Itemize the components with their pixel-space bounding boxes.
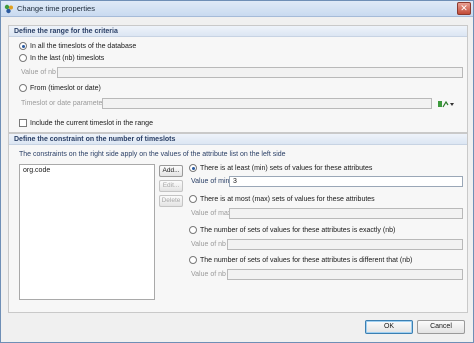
criteria-range-heading: Define the range for the criteria — [9, 26, 467, 37]
option-from-timeslot-label: From (timeslot or date) — [30, 84, 101, 92]
radio-from-timeslot[interactable] — [19, 84, 27, 92]
option-all-timeslots-label: In all the timeslots of the database — [30, 42, 137, 50]
include-current-checkbox[interactable] — [19, 119, 27, 127]
option-min-label: There is at least (min) sets of values f… — [200, 164, 373, 172]
criteria-range-group: Define the range for the criteria In all… — [8, 25, 468, 133]
title-bar[interactable]: Change time properties ✕ — [1, 1, 473, 17]
option-different-label: The number of sets of values for these a… — [200, 256, 413, 264]
attribute-list[interactable]: org.code — [19, 164, 155, 300]
dialog-window: Change time properties ✕ Define the rang… — [0, 0, 474, 343]
value-nb-exact-label: Value of nb — [191, 241, 226, 248]
include-current-label: Include the current timeslot in the rang… — [30, 119, 153, 127]
option-last-timeslots[interactable]: In the last (nb) timeslots — [19, 54, 104, 62]
close-button[interactable]: ✕ — [457, 2, 471, 15]
value-nb-label: Value of nb — [21, 69, 56, 76]
option-last-timeslots-label: In the last (nb) timeslots — [30, 54, 105, 62]
value-max-label: Value of max — [191, 210, 232, 217]
value-min-field[interactable]: 3 — [229, 176, 463, 187]
value-nb-diff-label: Value of nb — [191, 271, 226, 278]
close-icon: ✕ — [460, 3, 468, 13]
parameter-picker-icon[interactable] — [437, 99, 455, 109]
param-field[interactable] — [102, 98, 432, 109]
param-label: Timeslot or date parameter — [21, 100, 105, 107]
value-nb-field[interactable] — [57, 67, 463, 78]
constraint-note: The constraints on the right side apply … — [19, 151, 286, 158]
include-current-row[interactable]: Include the current timeslot in the rang… — [19, 119, 153, 127]
option-all-timeslots[interactable]: In all the timeslots of the database — [19, 42, 136, 50]
radio-exact[interactable] — [189, 226, 197, 234]
window-title: Change time properties — [17, 4, 95, 13]
value-nb-exact-field[interactable] — [227, 239, 463, 250]
radio-max[interactable] — [189, 195, 197, 203]
option-min[interactable]: There is at least (min) sets of values f… — [189, 164, 372, 172]
option-exact[interactable]: The number of sets of values for these a… — [189, 226, 395, 234]
radio-different[interactable] — [189, 256, 197, 264]
cancel-button[interactable]: Cancel — [417, 320, 465, 334]
dialog-body: Define the range for the criteria In all… — [8, 23, 468, 313]
option-max[interactable]: There is at most (max) sets of values fo… — [189, 195, 375, 203]
attribute-list-item[interactable]: org.code — [23, 167, 50, 174]
radio-min[interactable] — [189, 164, 197, 172]
add-button[interactable]: Add... — [159, 165, 183, 177]
option-exact-label: The number of sets of values for these a… — [200, 226, 396, 234]
app-icon — [4, 4, 13, 14]
constraint-heading: Define the constraint on the number of t… — [9, 134, 467, 145]
ok-button[interactable]: OK — [365, 320, 413, 334]
option-different[interactable]: The number of sets of values for these a… — [189, 256, 412, 264]
radio-all-timeslots[interactable] — [19, 42, 27, 50]
constraint-group: Define the constraint on the number of t… — [8, 133, 468, 313]
option-max-label: There is at most (max) sets of values fo… — [200, 195, 375, 203]
value-max-field[interactable] — [229, 208, 463, 219]
value-min-label: Value of min — [191, 178, 230, 185]
radio-last-timeslots[interactable] — [19, 54, 27, 62]
delete-button[interactable]: Delete — [159, 195, 183, 207]
edit-button[interactable]: Edit... — [159, 180, 183, 192]
option-from-timeslot[interactable]: From (timeslot or date) — [19, 84, 101, 92]
value-nb-diff-field[interactable] — [227, 269, 463, 280]
